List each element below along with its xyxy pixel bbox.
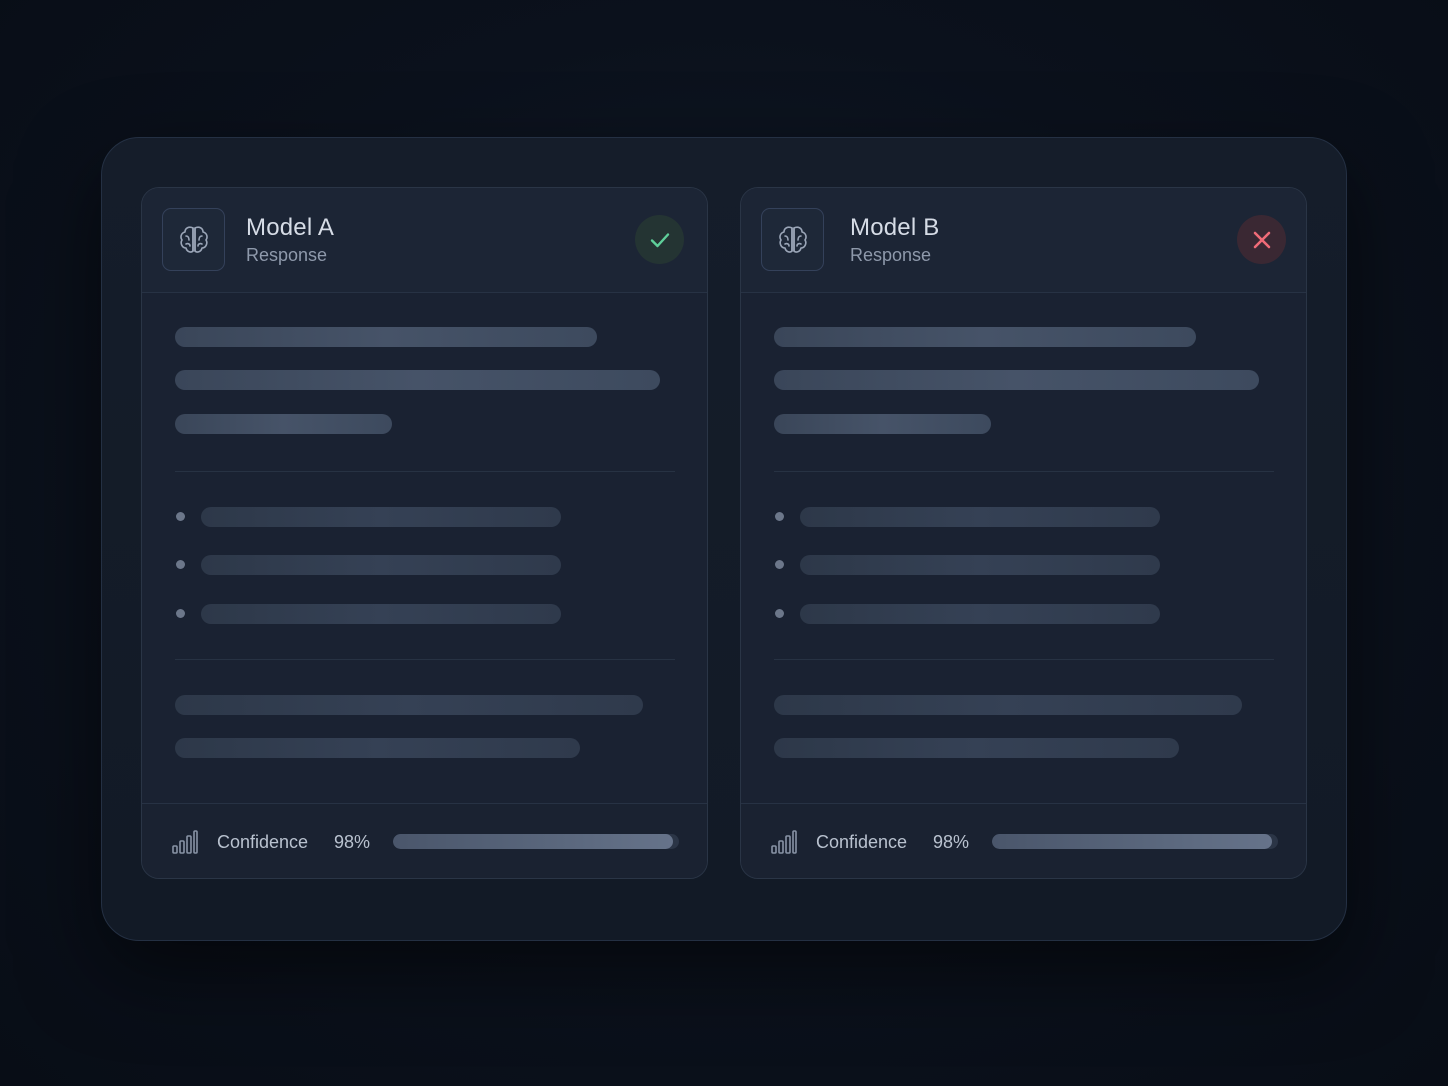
- confidence-progress-bar: [393, 834, 679, 849]
- model-a-panel: Model A Response Confidence 98%: [141, 187, 708, 879]
- list-item-placeholder: [201, 555, 561, 575]
- confidence-label: Confidence: [217, 832, 309, 852]
- text-placeholder: [774, 370, 1259, 390]
- model-subtitle: Response: [246, 245, 328, 265]
- bullet-dot: [775, 609, 784, 618]
- check-icon: [650, 232, 669, 247]
- text-placeholder: [175, 695, 643, 715]
- bar-chart-icon: [771, 830, 797, 854]
- bar-chart-icon: [172, 830, 198, 854]
- text-placeholder: [774, 414, 991, 434]
- confidence-value: 98%: [933, 832, 970, 852]
- bullet-dot: [176, 560, 185, 569]
- text-placeholder: [774, 327, 1196, 347]
- confidence-progress-fill: [992, 834, 1273, 849]
- brain-icon: [761, 208, 824, 271]
- bullet-dot: [176, 609, 185, 618]
- approved-status-button[interactable]: [635, 215, 684, 264]
- text-placeholder: [175, 370, 660, 390]
- confidence-footer: Confidence 98%: [741, 803, 1306, 878]
- model-title: Model A: [246, 214, 335, 241]
- list-item-placeholder: [201, 604, 561, 624]
- list-item-placeholder: [800, 604, 1160, 624]
- list-item-placeholder: [201, 507, 561, 527]
- confidence-value: 98%: [334, 832, 371, 852]
- confidence-progress-fill: [393, 834, 674, 849]
- section-divider: [774, 471, 1274, 472]
- bullet-dot: [176, 512, 185, 521]
- rejected-status-button[interactable]: [1237, 215, 1286, 264]
- model-subtitle: Response: [850, 245, 932, 265]
- panel-header: Model B Response: [741, 188, 1306, 293]
- section-divider: [175, 659, 675, 660]
- panel-header: Model A Response: [142, 188, 707, 293]
- text-placeholder: [774, 738, 1179, 758]
- section-divider: [175, 471, 675, 472]
- text-placeholder: [175, 414, 392, 434]
- brain-icon: [162, 208, 225, 271]
- model-b-panel: Model B Response Confidence 98%: [740, 187, 1307, 879]
- model-title: Model B: [850, 214, 940, 241]
- confidence-label: Confidence: [816, 832, 908, 852]
- confidence-progress-bar: [992, 834, 1278, 849]
- text-placeholder: [175, 738, 580, 758]
- text-placeholder: [175, 327, 597, 347]
- close-icon: [1253, 231, 1270, 248]
- confidence-footer: Confidence 98%: [142, 803, 707, 878]
- list-item-placeholder: [800, 555, 1160, 575]
- text-placeholder: [774, 695, 1242, 715]
- list-item-placeholder: [800, 507, 1160, 527]
- section-divider: [774, 659, 1274, 660]
- bullet-dot: [775, 512, 784, 521]
- bullet-dot: [775, 560, 784, 569]
